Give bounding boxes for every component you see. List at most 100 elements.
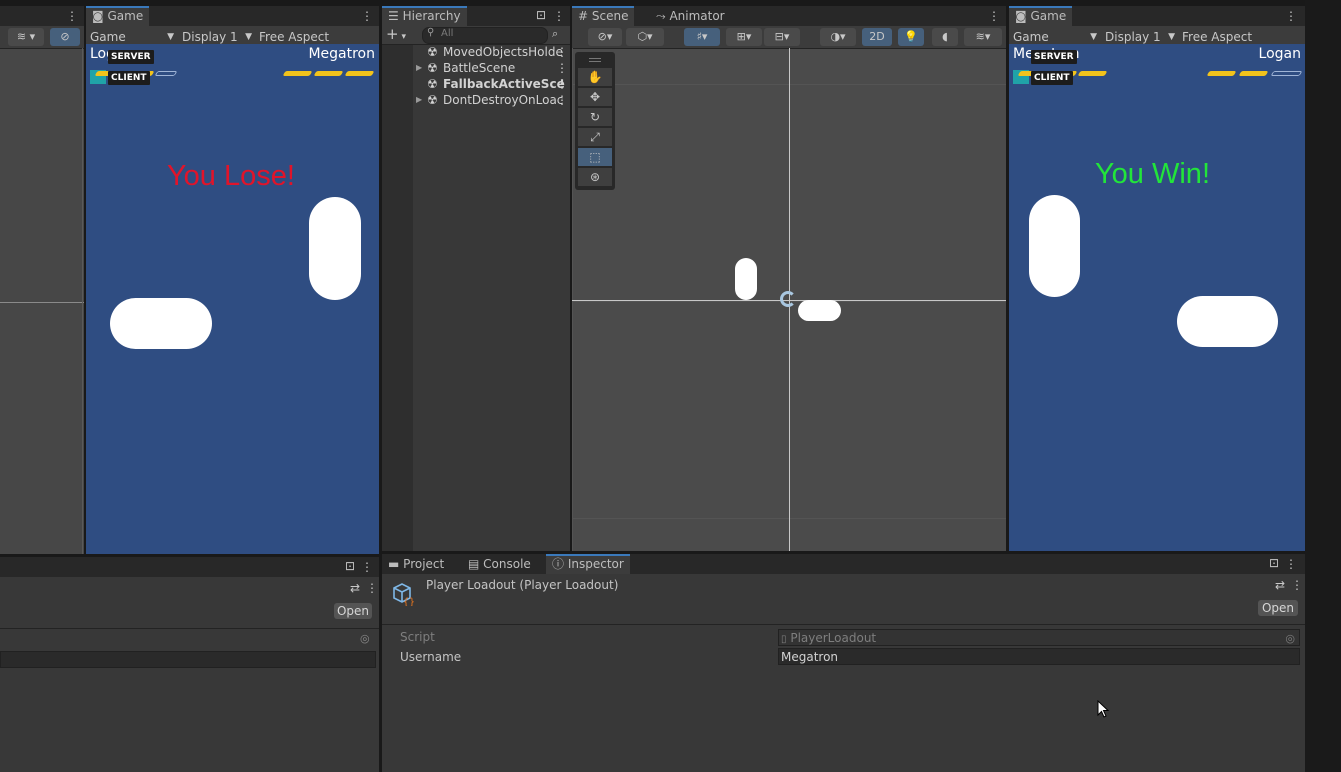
toolbox-handle[interactable] xyxy=(589,58,601,62)
tab-hierarchy[interactable]: ☰ Hierarchy xyxy=(382,6,467,26)
layers-dropdown[interactable]: ≋ ▾ xyxy=(8,28,44,46)
gamepad-icon: ◙ xyxy=(1015,9,1027,23)
shading-dropdown[interactable]: ⬡▾ xyxy=(626,28,664,46)
grid-icon: # xyxy=(578,9,589,23)
hierarchy-item[interactable]: ☢ MovedObjectsHolde ⋮ xyxy=(382,44,570,60)
left-scene-tabbar: ⋮ xyxy=(0,6,84,26)
gamepad-icon: ◙ xyxy=(92,9,104,23)
info-icon: ⓘ xyxy=(552,557,565,571)
visibility-toggle[interactable]: ⊘ xyxy=(50,28,80,46)
kebab-menu-icon[interactable]: ⋮ xyxy=(66,9,78,23)
inspector-panel: ▬ Project ▤ Console ⓘ Inspector ⊡ ⋮ {} P… xyxy=(382,554,1305,772)
grid-snap-toggle[interactable]: ♯▾ xyxy=(684,28,720,46)
rotate-tool-icon[interactable]: ↻ xyxy=(578,108,612,126)
kebab-menu-icon[interactable]: ⋮ xyxy=(361,560,373,574)
move-tool-icon[interactable]: ✥ xyxy=(578,88,612,106)
scene-search-icon[interactable]: ⌕ xyxy=(552,27,558,41)
scene-paddle-vertical[interactable] xyxy=(735,258,757,300)
object-picker-icon[interactable]: ◎ xyxy=(1285,630,1295,647)
scene-icon: ☢ xyxy=(427,61,438,75)
grid-line-horizontal xyxy=(0,302,84,303)
kebab-menu-icon[interactable]: ⋮ xyxy=(556,92,568,108)
kebab-menu-icon[interactable]: ⋮ xyxy=(1285,557,1297,571)
search-placeholder: All xyxy=(441,28,454,39)
kebab-menu-icon[interactable]: ⋮ xyxy=(366,581,378,595)
tab-game-left[interactable]: ◙ Game xyxy=(86,6,150,26)
kebab-menu-icon[interactable]: ⋮ xyxy=(553,9,565,23)
tab-game-right[interactable]: ◙ Game xyxy=(1009,6,1073,26)
username-field[interactable]: Megatron xyxy=(778,648,1300,665)
console-icon: ▤ xyxy=(468,557,480,571)
kebab-menu-icon[interactable]: ⋮ xyxy=(988,9,1000,23)
aspect-select[interactable]: Free Aspect xyxy=(259,29,329,45)
object-picker-icon[interactable]: ◎ xyxy=(360,632,370,645)
player-paddle-vertical xyxy=(1029,195,1080,297)
grid-line-vertical xyxy=(82,48,83,554)
right-game-viewport[interactable]: Megatron Logan SERVER CLIENT You Win! xyxy=(1009,44,1305,551)
left-game-viewport[interactable]: Logan Megatron SERVER CLIENT You Lose! xyxy=(86,44,379,554)
hierarchy-item[interactable]: ▶ ☢ BattleScene ⋮ xyxy=(382,60,570,76)
username-field-left[interactable] xyxy=(0,651,376,668)
open-button[interactable]: Open xyxy=(1258,600,1298,616)
add-button[interactable]: + ▾ xyxy=(386,26,406,42)
view-select[interactable]: Game ▼ xyxy=(1013,29,1097,45)
camera-gizmo-icon[interactable] xyxy=(780,291,796,307)
divider xyxy=(0,628,379,629)
aspect-select[interactable]: Free Aspect xyxy=(1182,29,1252,45)
draw-mode-dropdown[interactable]: ⊘▾ xyxy=(588,28,622,46)
transform-tool-icon[interactable]: ⊛ xyxy=(578,168,612,186)
tab-scene[interactable]: # Scene xyxy=(572,6,635,26)
result-text: You Lose! xyxy=(167,160,295,192)
player-paddle-horizontal xyxy=(110,298,212,349)
server-tag: SERVER xyxy=(108,50,154,64)
hierarchy-item[interactable]: ☢ FallbackActiveSce ⋮ xyxy=(382,76,570,92)
client-tag: CLIENT xyxy=(1031,71,1073,85)
kebab-menu-icon[interactable]: ⋮ xyxy=(556,44,568,60)
hierarchy-search-input[interactable]: ⚲ All xyxy=(422,27,548,44)
expand-arrow-icon[interactable]: ▶ xyxy=(416,60,422,76)
kebab-menu-icon[interactable]: ⋮ xyxy=(1291,578,1303,592)
view-select[interactable]: Game ▼ xyxy=(90,29,174,45)
display-select[interactable]: Display 1 ▼ xyxy=(1105,29,1175,45)
tab-console[interactable]: ▤ Console xyxy=(462,554,537,574)
kebab-menu-icon[interactable]: ⋮ xyxy=(556,76,568,92)
expand-arrow-icon[interactable]: ▶ xyxy=(416,92,422,108)
scene-canvas[interactable] xyxy=(572,48,1006,551)
scene-icon: ☢ xyxy=(427,77,438,91)
inspector-tabbar: ▬ Project ▤ Console ⓘ Inspector ⊡ ⋮ xyxy=(382,554,1305,574)
left-scene-toolbar: ≋ ▾ ⊘ xyxy=(0,26,84,49)
tab-project[interactable]: ▬ Project xyxy=(382,554,450,574)
scene-paddle-horizontal[interactable] xyxy=(798,300,841,321)
lighting-toggle[interactable]: 💡 xyxy=(898,28,924,46)
kebab-menu-icon[interactable]: ⋮ xyxy=(556,60,568,76)
display-select[interactable]: Display 1 ▼ xyxy=(182,29,252,45)
right-game-panel: ◙ Game ⋮ Game▼ Display 1▼ Free Aspect Me… xyxy=(1009,6,1305,551)
lock-icon[interactable]: ⊡ xyxy=(536,8,546,22)
rect-tool-icon[interactable]: ⬚ xyxy=(578,148,612,166)
tab-inspector[interactable]: ⓘ Inspector xyxy=(546,554,630,574)
scene-toolbar: ⊘▾ ⬡▾ ♯▾ ⊞▾ ⊟▾ ◑▾ 2D 💡 ◖ ≋▾ xyxy=(572,26,1006,49)
left-scene-panel: ⋮ ≋ ▾ ⊘ xyxy=(0,6,84,554)
hierarchy-tabbar: ☰ Hierarchy ⊡ ⋮ xyxy=(382,6,570,26)
gizmo-dropdown[interactable]: ◑▾ xyxy=(820,28,856,46)
audio-toggle[interactable]: ◖ xyxy=(932,28,958,46)
hierarchy-item[interactable]: ▶ ☢ DontDestroyOnLoac ⋮ xyxy=(382,92,570,108)
settings-sliders-icon[interactable]: ⇄ xyxy=(1275,578,1285,592)
snap-increment-dropdown[interactable]: ⊞▾ xyxy=(726,28,762,46)
settings-sliders-icon[interactable]: ⇄ xyxy=(350,581,360,595)
scene-panel: # Scene ⤳ Animator ⋮ ⊘▾ ⬡▾ ♯▾ ⊞▾ ⊟▾ ◑▾ 2… xyxy=(572,6,1006,551)
lock-icon[interactable]: ⊡ xyxy=(345,559,355,573)
opponent-paddle-vertical xyxy=(309,197,361,300)
open-button[interactable]: Open xyxy=(334,603,372,619)
divider xyxy=(382,624,1305,625)
lock-icon[interactable]: ⊡ xyxy=(1269,556,1279,570)
align-dropdown[interactable]: ⊟▾ xyxy=(764,28,800,46)
mode-2d-toggle[interactable]: 2D xyxy=(862,28,892,46)
hand-tool-icon[interactable]: ✋ xyxy=(578,68,612,86)
layers-dropdown[interactable]: ≋▾ xyxy=(964,28,1002,46)
scale-tool-icon[interactable]: ⤢ xyxy=(578,128,612,146)
kebab-menu-icon[interactable]: ⋮ xyxy=(1285,9,1297,23)
script-file-icon: ▯ xyxy=(781,634,787,645)
tab-animator[interactable]: ⤳ Animator xyxy=(650,6,731,26)
kebab-menu-icon[interactable]: ⋮ xyxy=(361,9,373,23)
